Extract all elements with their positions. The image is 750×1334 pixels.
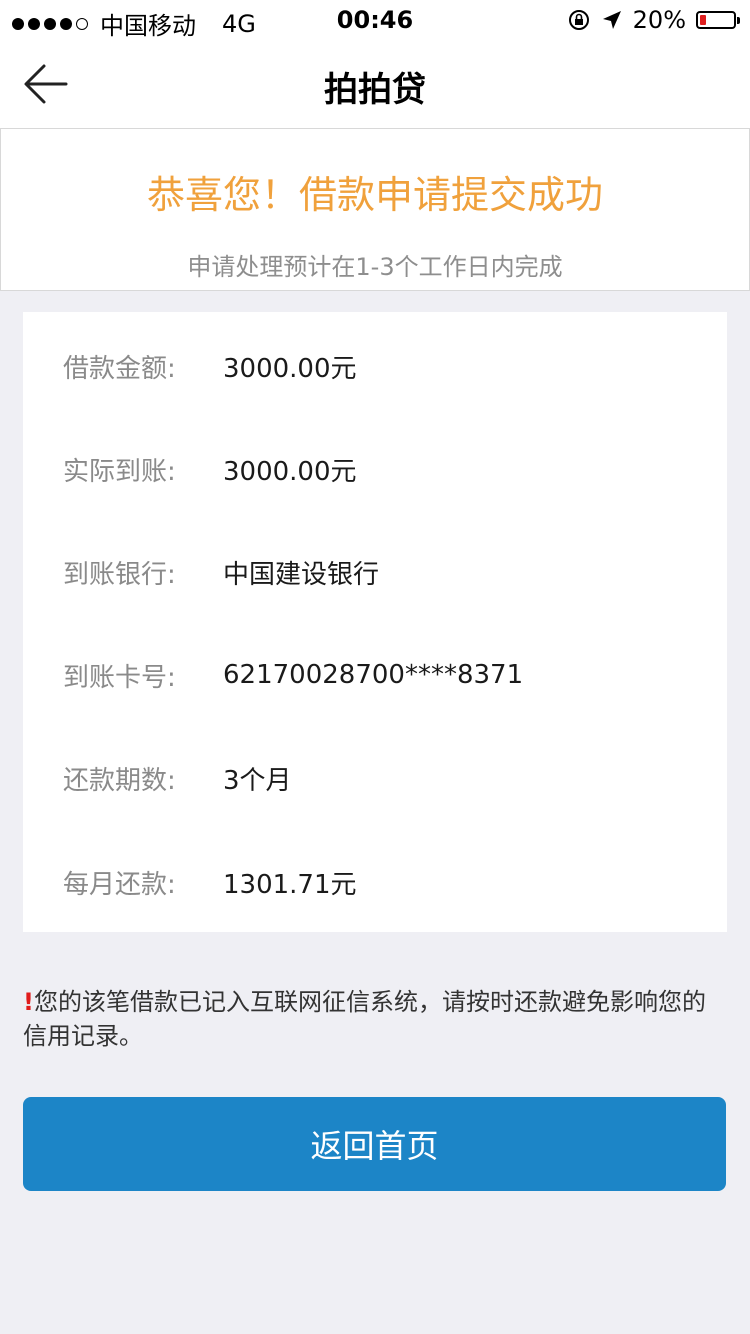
battery-icon [696,11,740,29]
credit-notice: !您的该笔借款已记入互联网征信系统，请按时还款避免影响您的信用记录。 [23,985,723,1053]
detail-value: 3000.00元 [223,456,357,487]
detail-value: 1301.71元 [223,869,357,900]
battery-percent: 20% [632,6,686,34]
return-home-button[interactable]: 返回首页 [23,1097,726,1191]
success-subtitle: 申请处理预计在1-3个工作日内完成 [187,253,563,281]
success-title: 恭喜您！借款申请提交成功 [146,173,603,217]
detail-row-amount: 借款金额: 3000.00元 [23,336,727,396]
detail-label: 借款金额: [63,353,176,384]
detail-row-bank: 到账银行: 中国建设银行 [23,542,727,602]
status-right: 20% [567,6,740,34]
detail-label: 到账银行: [63,559,176,590]
detail-value: 3000.00元 [223,353,357,384]
return-home-label: 返回首页 [310,1127,439,1165]
detail-value: 62170028700****8371 [223,660,524,690]
detail-label: 每月还款: [63,869,176,900]
page-title: 拍拍贷 [324,70,426,110]
battery-level [700,15,706,25]
notice-text: 您的该笔借款已记入互联网征信系统，请按时还款避免影响您的信用记录。 [23,988,706,1050]
detail-row-monthly: 每月还款: 1301.71元 [23,852,727,912]
detail-row-received: 实际到账: 3000.00元 [23,439,727,499]
loan-details-card: 借款金额: 3000.00元 实际到账: 3000.00元 到账银行: 中国建设… [23,312,727,932]
detail-value: 中国建设银行 [223,559,380,590]
detail-label: 到账卡号: [63,662,176,693]
detail-label: 实际到账: [63,456,176,487]
status-bar: 中国移动 4G 00:46 20% [0,0,750,40]
success-banner: 恭喜您！借款申请提交成功 申请处理预计在1-3个工作日内完成 [0,129,750,291]
nav-bar: 拍拍贷 [0,40,750,129]
detail-row-card-number: 到账卡号: 62170028700****8371 [23,645,727,705]
location-arrow-icon [602,11,621,29]
detail-value: 3个月 [223,765,292,796]
rotation-lock-icon [568,10,589,30]
warning-icon: ! [23,988,34,1016]
detail-label: 还款期数: [63,765,176,796]
detail-row-terms: 还款期数: 3个月 [23,748,727,808]
